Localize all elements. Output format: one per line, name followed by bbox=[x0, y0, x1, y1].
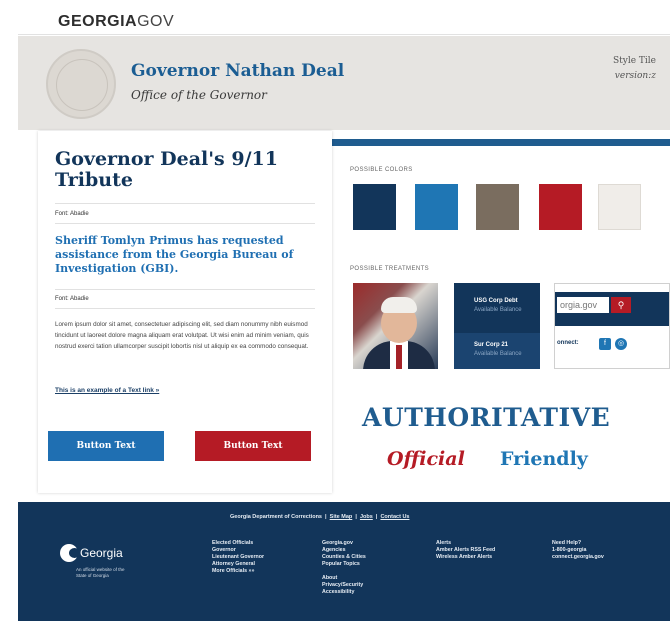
treatments-section-label: POSSIBLE TREATMENTS bbox=[350, 266, 430, 272]
footer-link[interactable]: Privacy/Security bbox=[322, 582, 366, 589]
governor-name[interactable]: Governor Nathan Deal bbox=[131, 61, 344, 81]
color-swatch-red bbox=[539, 184, 582, 230]
divider bbox=[55, 308, 315, 309]
social-icon[interactable]: ◎ bbox=[615, 338, 627, 350]
footer-link[interactable]: Elected Officials bbox=[212, 540, 264, 547]
divider bbox=[55, 203, 315, 204]
color-swatch-cream bbox=[598, 184, 641, 230]
footer-link[interactable]: Counties & Cities bbox=[322, 554, 366, 561]
footer-col-officials: Elected Officials Governor Lieutenant Go… bbox=[212, 540, 264, 575]
search-input[interactable] bbox=[557, 297, 609, 313]
heading-sample: Governor Deal's 9/11 Tribute bbox=[55, 148, 278, 191]
font-label: Font: Abadie bbox=[55, 296, 89, 302]
style-tile-label: Style Tile version:z bbox=[613, 54, 656, 84]
primary-button[interactable]: Button Text bbox=[48, 431, 164, 461]
panel-row[interactable]: Sur Corp 21 Available Balance bbox=[454, 333, 540, 369]
panel-row-sub: Available Balance bbox=[474, 307, 522, 313]
search-bar: ⚲ bbox=[555, 292, 669, 326]
color-swatch-navy bbox=[353, 184, 396, 230]
site-footer: Georgia Department of Corrections | Site… bbox=[18, 502, 670, 621]
accent-strip bbox=[332, 139, 670, 146]
footer-link[interactable]: Amber Alerts RSS Feed bbox=[436, 547, 495, 554]
panel-row[interactable]: USG Corp Debt Available Balance bbox=[454, 297, 540, 315]
brand-bold: GEORGIA bbox=[58, 13, 138, 30]
office-subtitle: Office of the Governor bbox=[131, 88, 267, 102]
footer-col-help: Need Help? 1-800-georgia connect.georgia… bbox=[552, 540, 604, 561]
footer-link[interactable]: Alerts bbox=[436, 540, 495, 547]
account-panel: USG Corp Debt Available Balance Sur Corp… bbox=[454, 283, 540, 369]
secondary-button[interactable]: Button Text bbox=[195, 431, 311, 461]
footer-link[interactable]: Governor bbox=[212, 547, 264, 554]
search-icon[interactable]: ⚲ bbox=[611, 297, 631, 313]
style-tile-title: Style Tile bbox=[612, 56, 656, 66]
style-tile-version: version:z bbox=[614, 71, 656, 81]
font-label: Font: Abadie bbox=[55, 211, 89, 217]
panel-row-title: USG Corp Debt bbox=[474, 298, 518, 304]
top-bar: GEORGIAGOV bbox=[18, 5, 670, 35]
subheading-sample: Sheriff Tomlyn Primus has requested assi… bbox=[55, 234, 294, 275]
footer-link[interactable]: Georgia.gov bbox=[322, 540, 366, 547]
logo-tagline: An official website of the State of Geor… bbox=[76, 567, 125, 578]
panel-row-title: Sur Corp 21 bbox=[474, 342, 509, 348]
footer-link-jobs[interactable]: Jobs bbox=[360, 514, 373, 520]
footer-link[interactable]: Accessibility bbox=[322, 589, 366, 596]
footer-col-alerts: Alerts Amber Alerts RSS Feed Wireless Am… bbox=[436, 540, 495, 561]
divider bbox=[55, 289, 315, 290]
divider bbox=[55, 223, 315, 224]
color-swatch-blue bbox=[415, 184, 458, 230]
footer-link[interactable]: Need Help? bbox=[552, 540, 604, 547]
georgia-logo-icon bbox=[60, 544, 80, 562]
typography-card: Governor Deal's 9/11 Tribute Font: Abadi… bbox=[38, 131, 332, 493]
footer-col-georgia-gov: Georgia.gov Agencies Counties & Cities P… bbox=[322, 540, 366, 596]
footer-link[interactable]: More Officials »» bbox=[212, 568, 264, 575]
text-link-example[interactable]: This is an example of a Text link » bbox=[55, 387, 159, 394]
footer-link[interactable]: connect.georgia.gov bbox=[552, 554, 604, 561]
footer-links: Georgia Department of Corrections | Site… bbox=[230, 514, 410, 520]
colors-section-label: POSSIBLE COLORS bbox=[350, 167, 413, 173]
footer-link[interactable]: Wireless Amber Alerts bbox=[436, 554, 495, 561]
logo-wordmark: Georgia bbox=[80, 546, 123, 560]
footer-link[interactable]: About bbox=[322, 575, 366, 582]
body-text-sample: Lorem ipsum dolor sit amet, consectetuer… bbox=[55, 321, 309, 350]
tagline-friendly: Friendly bbox=[500, 448, 588, 470]
photo-hair bbox=[381, 297, 417, 313]
footer-link[interactable]: 1-800-georgia bbox=[552, 547, 604, 554]
facebook-icon[interactable]: f bbox=[599, 338, 611, 350]
footer-link[interactable]: Agencies bbox=[322, 547, 366, 554]
footer-link-sitemap[interactable]: Site Map bbox=[330, 514, 353, 520]
brand-light: GOV bbox=[137, 13, 175, 30]
governor-photo bbox=[353, 283, 438, 369]
connect-label: onnect: bbox=[557, 340, 579, 346]
color-swatch-taupe bbox=[476, 184, 519, 230]
style-tile-page: GEORGIAGOV Governor Nathan Deal Office o… bbox=[0, 0, 670, 621]
panel-row-sub: Available Balance bbox=[474, 351, 522, 357]
footer-link[interactable]: Lieutenant Governor bbox=[212, 554, 264, 561]
footer-link[interactable]: Attorney General bbox=[212, 561, 264, 568]
tagline-authoritative: AUTHORITATIVE bbox=[362, 403, 611, 432]
search-treatment: ⚲ onnect: f ◎ bbox=[554, 283, 670, 369]
tagline-official: Official bbox=[387, 448, 465, 470]
footer-dept: Georgia Department of Corrections bbox=[230, 514, 322, 520]
site-header: Governor Nathan Deal Office of the Gover… bbox=[18, 36, 670, 130]
georgia-gov-logo[interactable]: GEORGIAGOV bbox=[58, 13, 174, 31]
footer-link-contact[interactable]: Contact Us bbox=[380, 514, 409, 520]
footer-link[interactable]: Popular Topics bbox=[322, 561, 366, 568]
photo-tie bbox=[396, 345, 402, 369]
state-seal-icon bbox=[46, 49, 116, 119]
